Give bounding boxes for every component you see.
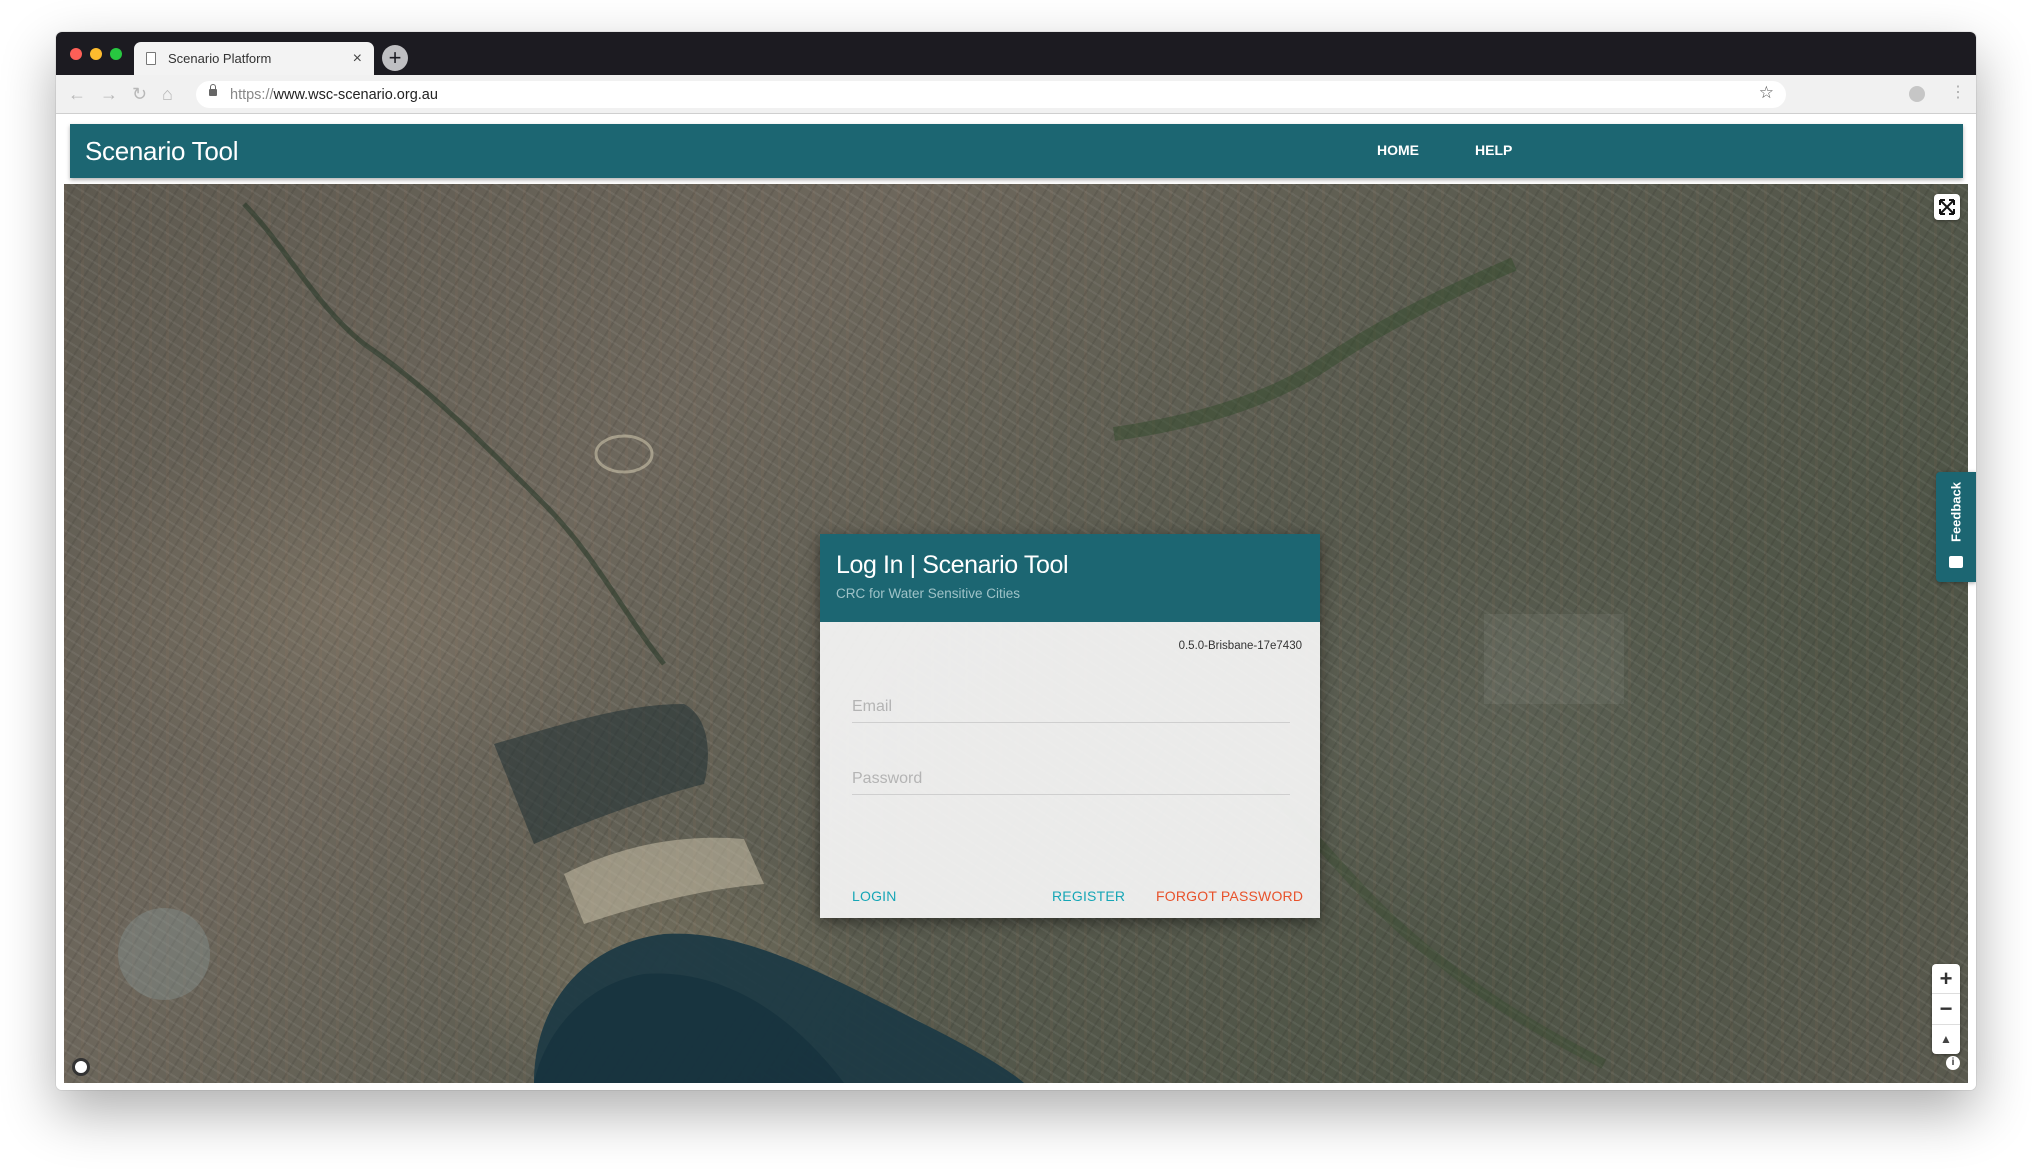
profile-avatar-icon[interactable] bbox=[1909, 86, 1925, 102]
password-field-wrapper bbox=[852, 764, 1290, 795]
reload-icon[interactable]: ↻ bbox=[132, 82, 147, 106]
home-icon[interactable]: ⌂ bbox=[162, 82, 173, 106]
nav-home-link[interactable]: HOME bbox=[1377, 142, 1419, 158]
app-header: Scenario Tool HOME HELP bbox=[70, 124, 1963, 178]
feedback-icon bbox=[1949, 556, 1963, 568]
browser-tab[interactable]: Scenario Platform × bbox=[134, 42, 374, 75]
login-title: Log In | Scenario Tool bbox=[836, 551, 1069, 579]
maximize-window-button[interactable] bbox=[110, 48, 122, 60]
password-field[interactable] bbox=[852, 764, 1290, 794]
page-viewport: Scenario Tool HOME HELP + − ▲ i Feedback… bbox=[56, 114, 1976, 1090]
app-brand-title[interactable]: Scenario Tool bbox=[85, 136, 238, 167]
address-bar[interactable]: https://www.wsc-scenario.org.au ☆ bbox=[196, 81, 1786, 108]
racecourse bbox=[594, 434, 654, 474]
minimize-window-button[interactable] bbox=[90, 48, 102, 60]
lake bbox=[118, 908, 210, 1000]
forgot-password-button[interactable]: FORGOT PASSWORD bbox=[1156, 888, 1303, 904]
info-icon[interactable]: i bbox=[1946, 1056, 1960, 1070]
url-scheme: https:// bbox=[230, 86, 274, 103]
expand-icon bbox=[1939, 199, 1955, 215]
browser-titlebar: Scenario Platform × + bbox=[56, 32, 1976, 75]
nav-help-link[interactable]: HELP bbox=[1475, 142, 1512, 158]
back-arrow-icon[interactable]: ← bbox=[68, 82, 86, 106]
compass-icon[interactable]: ▲ bbox=[1932, 1023, 1960, 1054]
login-subtitle: CRC for Water Sensitive Cities bbox=[836, 586, 1021, 601]
river bbox=[242, 202, 666, 666]
zoom-out-button[interactable]: − bbox=[1932, 993, 1960, 1023]
new-tab-button[interactable]: + bbox=[382, 45, 408, 71]
map-zoom-controls: + − ▲ bbox=[1932, 964, 1960, 1054]
email-field-wrapper bbox=[852, 692, 1290, 723]
port-land bbox=[564, 837, 764, 924]
login-dialog: Log In | Scenario Tool CRC for Water Sen… bbox=[820, 534, 1320, 918]
url-host: www.wsc-scenario.org.au bbox=[273, 86, 438, 103]
suburb-block bbox=[1484, 614, 1624, 704]
map-logo-icon[interactable] bbox=[72, 1058, 90, 1076]
lock-icon bbox=[209, 84, 217, 96]
fullscreen-button[interactable] bbox=[1934, 194, 1960, 220]
river-harbour bbox=[494, 704, 708, 844]
forward-arrow-icon[interactable]: → bbox=[100, 82, 118, 106]
feedback-label: Feedback bbox=[1948, 482, 1964, 542]
tab-close-icon[interactable]: × bbox=[353, 50, 362, 67]
bookmark-star-icon[interactable]: ☆ bbox=[1759, 83, 1774, 103]
email-field[interactable] bbox=[852, 692, 1290, 722]
parkland-corridor bbox=[1113, 257, 1517, 441]
page-icon bbox=[146, 52, 156, 65]
close-window-button[interactable] bbox=[70, 48, 82, 60]
register-button[interactable]: REGISTER bbox=[1052, 888, 1125, 904]
version-label: 0.5.0-Brisbane-17e7430 bbox=[1178, 640, 1302, 652]
login-header: Log In | Scenario Tool CRC for Water Sen… bbox=[820, 534, 1320, 622]
feedback-button[interactable]: Feedback bbox=[1936, 472, 1976, 582]
browser-toolbar: ← → ↻ ⌂ https://www.wsc-scenario.org.au … bbox=[56, 75, 1976, 114]
login-button[interactable]: LOGIN bbox=[852, 888, 897, 904]
zoom-in-button[interactable]: + bbox=[1932, 964, 1960, 993]
browser-menu-icon[interactable]: ⋮ bbox=[1950, 83, 1966, 103]
tab-title: Scenario Platform bbox=[168, 51, 272, 66]
browser-window: Scenario Platform × + ← → ↻ ⌂ https://ww… bbox=[56, 32, 1976, 1090]
